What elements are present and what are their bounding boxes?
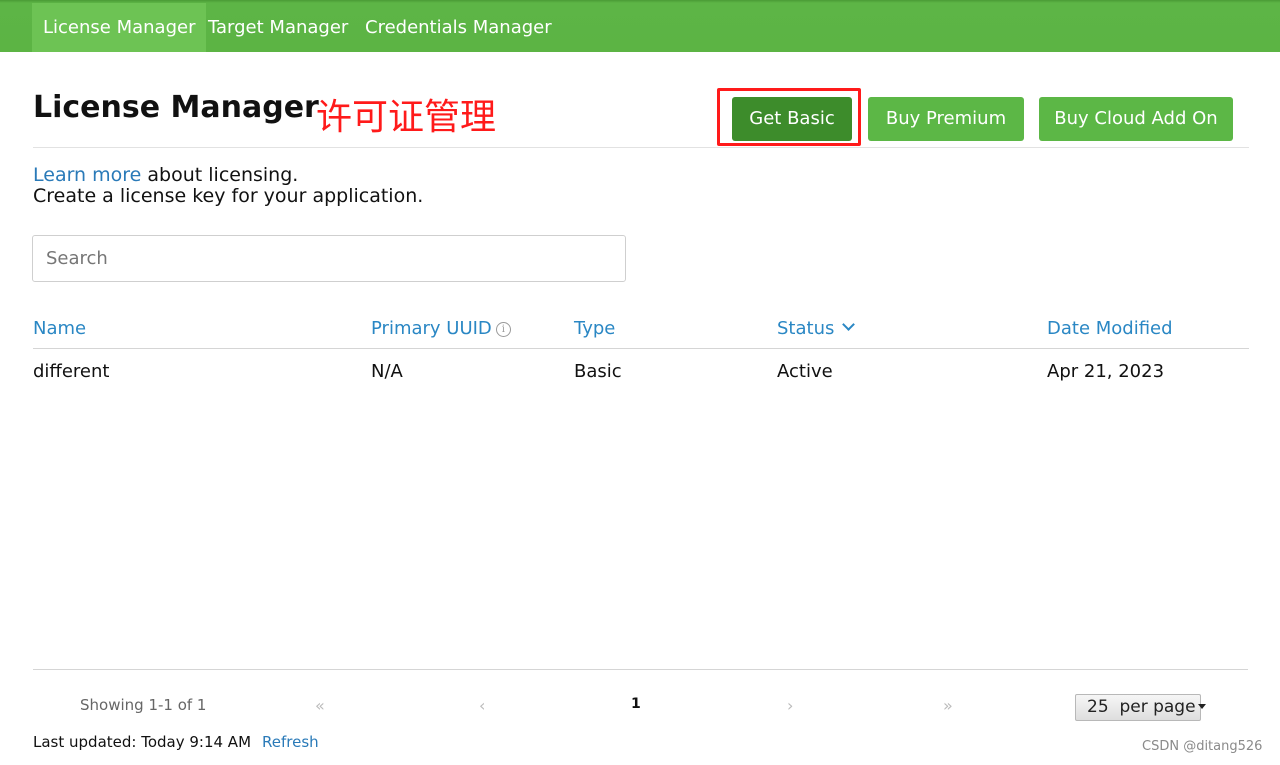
intro-line-2: Create a license key for your applicatio… bbox=[33, 185, 424, 207]
annotation-highlight-box bbox=[717, 88, 861, 146]
next-page-button[interactable]: › bbox=[787, 696, 793, 715]
table-header-divider bbox=[33, 348, 1249, 349]
buy-cloud-add-on-button[interactable]: Buy Cloud Add On bbox=[1039, 97, 1233, 141]
tab-license-manager[interactable]: License Manager bbox=[32, 3, 207, 52]
showing-count: Showing 1-1 of 1 bbox=[80, 696, 207, 714]
info-icon[interactable]: i bbox=[495, 322, 511, 337]
tab-credentials-manager[interactable]: Credentials Manager bbox=[365, 3, 552, 52]
previous-page-button[interactable]: ‹ bbox=[479, 696, 485, 715]
column-header-date-modified[interactable]: Date Modified bbox=[1047, 318, 1173, 339]
refresh-link[interactable]: Refresh bbox=[262, 733, 319, 751]
column-header-primary-uuid[interactable]: Primary UUID i bbox=[371, 318, 511, 339]
learn-more-link[interactable]: Learn more bbox=[33, 164, 141, 186]
watermark: CSDN @ditang526 bbox=[1142, 739, 1263, 754]
per-page-value: 25 bbox=[1087, 697, 1109, 717]
last-page-button[interactable]: » bbox=[943, 696, 953, 715]
title-divider bbox=[33, 147, 1249, 148]
buy-premium-button[interactable]: Buy Premium bbox=[868, 97, 1024, 141]
annotation-text: 许可证管理 bbox=[316, 97, 497, 138]
last-updated-text: Last updated: Today 9:14 AM bbox=[33, 733, 252, 751]
cell-primary-uuid: N/A bbox=[371, 361, 403, 382]
per-page-select[interactable]: 25 per page bbox=[1075, 694, 1206, 721]
footer-divider bbox=[33, 669, 1248, 670]
cell-status: Active bbox=[777, 361, 833, 382]
search-input[interactable] bbox=[32, 235, 626, 282]
caret-down-icon bbox=[1197, 704, 1206, 709]
column-header-date-modified-label: Date Modified bbox=[1047, 318, 1173, 339]
learn-more-suffix: about licensing. bbox=[141, 164, 299, 186]
page-title: License Manager bbox=[33, 90, 319, 125]
current-page[interactable]: 1 bbox=[631, 696, 641, 712]
cell-type: Basic bbox=[574, 361, 622, 382]
column-header-type-label: Type bbox=[574, 318, 616, 339]
top-nav-bar: License Manager Target Manager Credentia… bbox=[0, 0, 1280, 52]
chevron-down-icon bbox=[842, 318, 856, 331]
column-header-status-label: Status bbox=[777, 318, 835, 339]
column-header-primary-uuid-label: Primary UUID bbox=[371, 318, 492, 339]
column-header-status[interactable]: Status bbox=[777, 318, 856, 339]
intro-text: Learn more about licensing. Create a lic… bbox=[33, 165, 423, 207]
cell-name: different bbox=[33, 361, 110, 382]
tab-target-manager[interactable]: Target Manager bbox=[208, 3, 348, 52]
first-page-button[interactable]: « bbox=[315, 696, 325, 715]
column-header-name-label: Name bbox=[33, 318, 87, 339]
per-page-label: per page bbox=[1119, 697, 1196, 717]
column-header-type[interactable]: Type bbox=[574, 318, 615, 339]
column-header-name[interactable]: Name bbox=[33, 318, 86, 339]
cell-date-modified: Apr 21, 2023 bbox=[1047, 361, 1165, 382]
